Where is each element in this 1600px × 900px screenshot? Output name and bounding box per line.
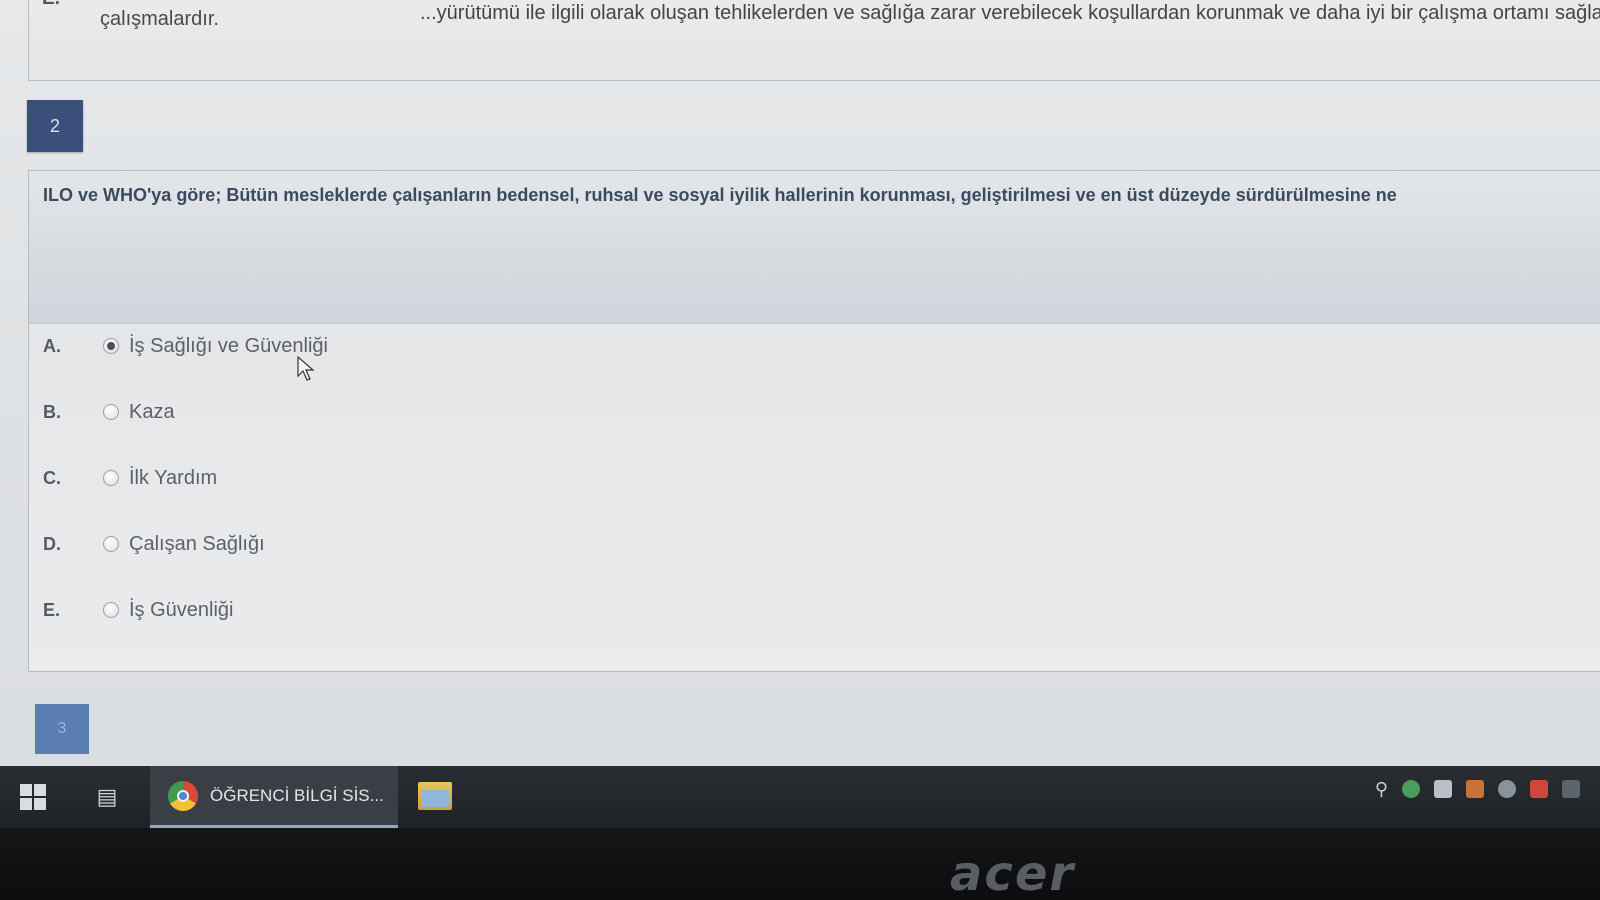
chrome-icon bbox=[168, 780, 198, 811]
option-letter: A. bbox=[43, 335, 61, 356]
task-view-icon[interactable]: ▤ bbox=[94, 784, 120, 810]
option-d-radio[interactable] bbox=[103, 536, 119, 552]
option-b-radio[interactable] bbox=[103, 404, 119, 420]
option-label[interactable]: İş Güvenliği bbox=[129, 599, 234, 622]
mouse-cursor-icon bbox=[297, 356, 315, 381]
option-e-radio[interactable] bbox=[103, 602, 119, 618]
people-icon[interactable]: ⚲ bbox=[1375, 780, 1388, 798]
windows-start-icon[interactable] bbox=[20, 784, 46, 810]
option-d[interactable]: D. Çalışan Sağlığı bbox=[43, 524, 943, 564]
taskbar-app-label: ÖĞRENCİ BİLGİ SİS... bbox=[210, 785, 384, 805]
option-b[interactable]: B. Kaza bbox=[43, 392, 943, 432]
option-letter: D. bbox=[43, 533, 61, 554]
previous-option-text-continued: çalışmalardır. bbox=[100, 8, 219, 30]
option-label[interactable]: Kaza bbox=[129, 401, 175, 424]
previous-option-text: ...yürütümü ile ilgili olarak oluşan teh… bbox=[420, 2, 1600, 24]
option-c-radio[interactable] bbox=[103, 470, 119, 486]
option-label[interactable]: İş Sağlığı ve Güvenliği bbox=[129, 335, 328, 358]
sync-icon[interactable] bbox=[1498, 780, 1516, 798]
file-explorer-icon[interactable] bbox=[418, 782, 452, 810]
option-label[interactable]: Çalışan Sağlığı bbox=[129, 533, 265, 556]
question-header: ILO ve WHO'ya göre; Bütün mesleklerde ça… bbox=[29, 171, 1600, 324]
system-tray: ⚲ bbox=[1375, 780, 1580, 798]
previous-option-letter: E. bbox=[42, 0, 60, 10]
taskbar: ▤ ÖĞRENCİ BİLGİ SİS... ⚲ bbox=[0, 766, 1600, 828]
next-question-number-badge[interactable]: 3 bbox=[35, 704, 89, 754]
option-a[interactable]: A. İş Sağlığı ve Güvenliği bbox=[43, 326, 943, 366]
monitor-bezel bbox=[0, 828, 1600, 900]
question-panel: ILO ve WHO'ya göre; Bütün mesleklerde ça… bbox=[28, 170, 1600, 672]
option-a-radio[interactable] bbox=[103, 338, 119, 354]
network-icon[interactable] bbox=[1434, 780, 1452, 798]
option-letter: B. bbox=[43, 401, 61, 422]
notification-icon[interactable] bbox=[1562, 780, 1580, 798]
app-tray-icon[interactable] bbox=[1466, 780, 1484, 798]
monitor-brand-logo: acer bbox=[950, 846, 1076, 900]
option-c[interactable]: C. İlk Yardım bbox=[43, 458, 943, 498]
screen: E. ...yürütümü ile ilgili olarak oluşan … bbox=[0, 0, 1600, 900]
option-letter: E. bbox=[43, 599, 61, 620]
question-number-badge[interactable]: 2 bbox=[27, 100, 83, 152]
option-letter: C. bbox=[43, 467, 61, 488]
question-text: ILO ve WHO'ya göre; Bütün mesleklerde ça… bbox=[43, 185, 1397, 205]
chrome-tray-icon[interactable] bbox=[1402, 780, 1420, 798]
option-e[interactable]: E. İş Güvenliği bbox=[43, 590, 943, 630]
tool-icon[interactable] bbox=[1530, 780, 1548, 798]
taskbar-app-chrome[interactable]: ÖĞRENCİ BİLGİ SİS... bbox=[150, 766, 398, 828]
option-label[interactable]: İlk Yardım bbox=[129, 467, 217, 490]
